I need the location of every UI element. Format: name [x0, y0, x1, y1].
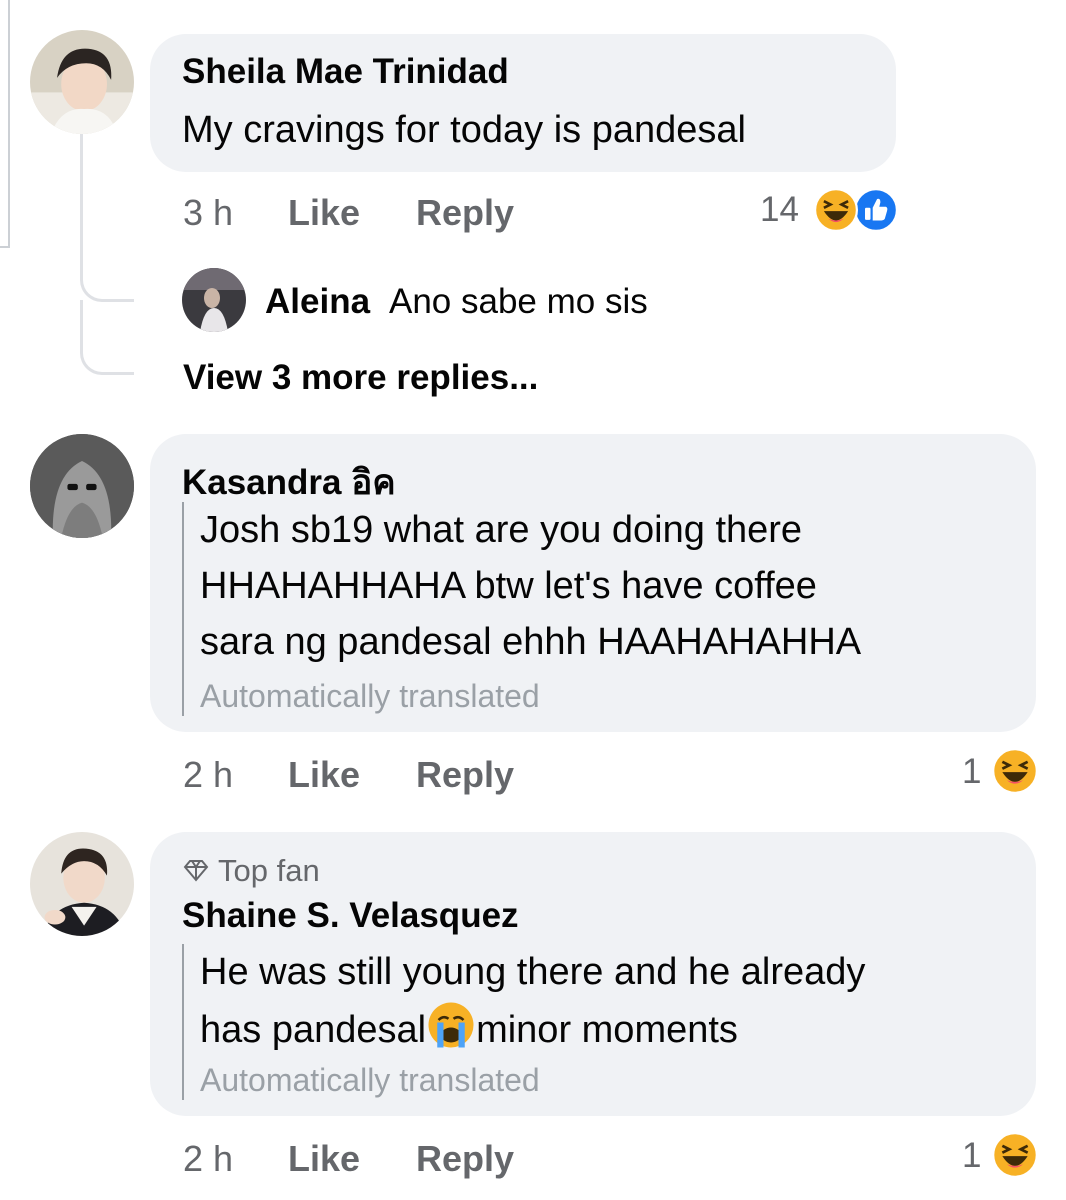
- avatar[interactable]: [30, 434, 134, 538]
- haha-icon[interactable]: [992, 748, 1038, 794]
- auto-translated-label[interactable]: Automatically translated: [200, 1062, 540, 1099]
- reaction-count[interactable]: 14: [760, 190, 799, 230]
- view-more-replies[interactable]: View 3 more replies...: [183, 358, 538, 398]
- top-fan-label: Top fan: [218, 853, 320, 888]
- like-button[interactable]: Like: [288, 192, 360, 234]
- reaction-count[interactable]: 1: [962, 752, 981, 792]
- haha-icon[interactable]: [814, 188, 858, 232]
- reply-avatar[interactable]: [182, 268, 246, 332]
- comment-time[interactable]: 2 h: [183, 754, 233, 796]
- reply-connector-more: [80, 300, 134, 375]
- reply-connector: [80, 132, 134, 302]
- comment-text-fragment: minor moments: [476, 1009, 738, 1051]
- translation-quote-bar: [182, 502, 184, 716]
- reply-text: Ano sabe mo sis: [389, 282, 648, 321]
- diamond-icon: [183, 860, 209, 882]
- comment-text-line: has pandesal minor moments: [200, 1000, 738, 1058]
- comment-text-fragment: has pandesal: [200, 1009, 427, 1051]
- haha-icon[interactable]: [992, 1132, 1038, 1178]
- auto-translated-label[interactable]: Automatically translated: [200, 678, 540, 715]
- thread-rule: [8, 0, 10, 248]
- comment-text: My cravings for today is pandesal: [182, 109, 746, 151]
- avatar[interactable]: [30, 832, 134, 936]
- comment-text-line: Josh sb19 what are you doing there: [200, 509, 803, 551]
- comment-text-line: sara ng pandesal ehhh HAAHAHAHHA: [200, 621, 862, 663]
- comment-author[interactable]: Sheila Mae Trinidad: [182, 52, 509, 92]
- like-button[interactable]: Like: [288, 754, 360, 796]
- top-fan-badge[interactable]: Top fan: [182, 853, 320, 889]
- like-button[interactable]: Like: [288, 1138, 360, 1180]
- reply-button[interactable]: Reply: [416, 1138, 514, 1180]
- comment-time[interactable]: 3 h: [183, 192, 233, 234]
- comment-time[interactable]: 2 h: [183, 1138, 233, 1180]
- reply-button[interactable]: Reply: [416, 754, 514, 796]
- reply-button[interactable]: Reply: [416, 192, 514, 234]
- translation-quote-bar: [182, 944, 184, 1100]
- like-icon[interactable]: [854, 188, 898, 232]
- comment-text-line: HHAHAHHAHA btw let's have coffee: [200, 565, 817, 607]
- avatar[interactable]: [30, 30, 134, 134]
- comment-author[interactable]: Shaine S. Velasquez: [182, 896, 519, 936]
- reaction-count[interactable]: 1: [962, 1136, 981, 1176]
- thread-rule-hook: [0, 246, 10, 248]
- reply-author[interactable]: Aleina: [265, 282, 370, 322]
- comment-text-line: He was still young there and he already: [200, 951, 866, 993]
- crying-emoji-icon: [426, 1000, 476, 1050]
